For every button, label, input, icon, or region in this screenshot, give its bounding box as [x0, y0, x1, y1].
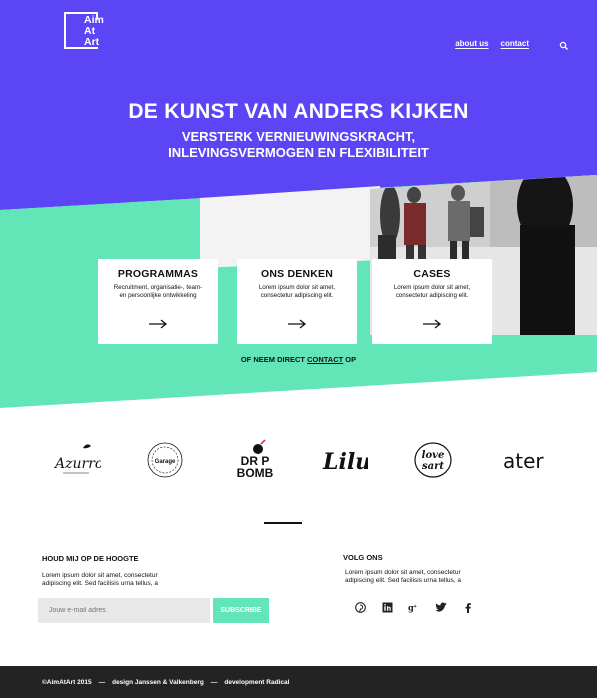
footer-separator: — [210, 678, 218, 686]
footer-development-credit[interactable]: development Radical [224, 679, 289, 686]
client-logos: Azurro Garage DR P BOMB Lilu love sart a… [0, 435, 597, 485]
main-nav: about us contact [455, 38, 569, 50]
svg-text:BOMB: BOMB [237, 466, 274, 480]
nav-about-link[interactable]: about us [455, 39, 488, 48]
svg-text:love: love [422, 450, 445, 461]
brand-logo-azurro: Azurro [52, 435, 102, 485]
arrow-right-icon[interactable] [287, 316, 307, 334]
svg-text:Lilu: Lilu [322, 449, 368, 475]
search-icon[interactable] [559, 38, 569, 50]
twitter-icon[interactable] [435, 601, 447, 613]
card-cases[interactable]: CASES Lorem ipsum dolor sit amet, consec… [372, 259, 492, 344]
card-title: CASES [413, 268, 451, 280]
footer-design-credit[interactable]: design Janssen & Valkenberg [112, 679, 204, 686]
card-text: Lorem ipsum dolor sit amet, consectetur … [258, 284, 336, 299]
site-footer: ©AimAtArt 2015 — design Janssen & Valken… [0, 666, 597, 698]
hero-section: Aim At Art about us contact DE KUNST VAN… [0, 0, 597, 410]
card-programmas[interactable]: PROGRAMMAS Recruitment, organisatie-, te… [98, 259, 218, 344]
newsletter-text: Lorem ipsum dolor sit amet, consectetur … [42, 572, 158, 587]
card-title: ONS DENKEN [260, 268, 333, 280]
svg-text:Azurro: Azurro [53, 456, 101, 472]
contact-link[interactable]: CONTACT [307, 355, 343, 364]
linkedin-icon[interactable] [381, 601, 393, 613]
nav-contact-link[interactable]: contact [501, 39, 529, 48]
pinterest-icon[interactable] [354, 601, 366, 613]
card-title: PROGRAMMAS [117, 268, 199, 280]
card-text: Recruitment, organisatie-, team- en pers… [113, 284, 203, 299]
arrow-right-icon[interactable] [422, 316, 442, 334]
logo-text: Aim At Art [84, 14, 104, 48]
site-logo[interactable]: Aim At Art [64, 12, 112, 52]
card-ons-denken[interactable]: ONS DENKEN Lorem ipsum dolor sit amet, c… [237, 259, 357, 344]
brand-logo-ater: ater [500, 435, 550, 485]
social-links: g + [354, 601, 474, 613]
googleplus-icon[interactable]: g + [408, 601, 420, 613]
brand-logo-drop-bomb: DR P BOMB [232, 435, 278, 485]
hero-headline: DE KUNST VAN ANDERS KIJKEN [128, 100, 469, 123]
follow-title: VOLG ONS [343, 553, 383, 562]
footer-copyright: ©AimAtArt 2015 [42, 678, 92, 686]
subscribe-button[interactable]: SUBSCRIBE [213, 598, 269, 623]
card-text: Lorem ipsum dolor sit amet, consectetur … [393, 284, 471, 299]
svg-text:Garage: Garage [155, 459, 176, 465]
arrow-right-icon[interactable] [148, 316, 168, 334]
svg-text:ater: ater [503, 449, 544, 473]
brand-logo-garage: Garage [143, 435, 187, 485]
brand-logo-lilu: Lilu [320, 435, 368, 485]
email-field[interactable] [38, 598, 210, 623]
hero-subline: VERSTERK VERNIEUWINGSKRACHT, INLEVINGSVE… [168, 129, 429, 160]
section-divider [264, 522, 302, 524]
facebook-icon[interactable] [462, 601, 474, 613]
brand-logo-love-sart: love sart [412, 435, 454, 485]
contact-prompt: OF NEEM DIRECT CONTACT OP [240, 355, 357, 364]
follow-text: Lorem ipsum dolor sit amet, consectetur … [345, 569, 461, 584]
svg-text:+: + [414, 603, 417, 609]
svg-text:sart: sart [422, 461, 444, 472]
footer-separator: — [98, 678, 106, 686]
newsletter-title: HOUD MIJ OP DE HOOGTE [42, 554, 139, 563]
